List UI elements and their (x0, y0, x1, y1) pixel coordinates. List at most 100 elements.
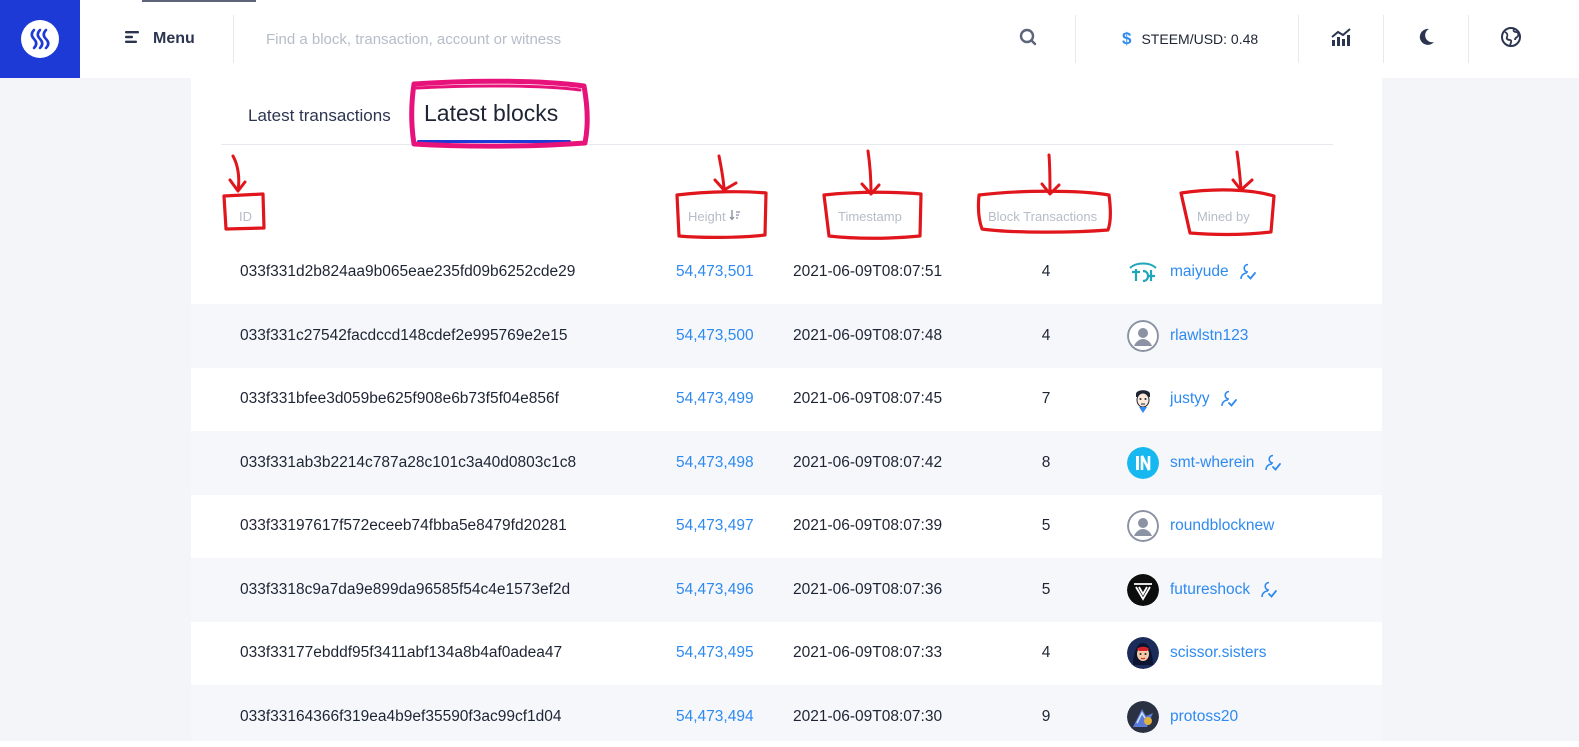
column-header-height[interactable]: Height (688, 209, 741, 224)
column-header-mined-by: Mined by (1197, 209, 1250, 224)
block-transaction-count: 4 (1041, 644, 1051, 661)
block-height-link[interactable]: 54,473,498 (676, 431, 754, 495)
miner-name: maiyude (1170, 263, 1229, 280)
block-id[interactable]: 033f331c27542facdccd148cdef2e995769e2e15 (240, 304, 568, 368)
table-row: 033f33177ebddf95f3411abf134a8b4af0adea47… (191, 621, 1382, 685)
block-timestamp: 2021-06-09T08:07:48 (793, 326, 943, 344)
miner-name: justyy (1170, 390, 1210, 407)
search-icon[interactable] (1019, 28, 1037, 51)
miner-link[interactable]: rlawlstn123 (1170, 304, 1248, 368)
table-row: 033f33197617f572eceeb74fbba5e8479fd20281… (191, 494, 1382, 558)
menu-label: Menu (153, 30, 195, 47)
steem-logo[interactable] (0, 0, 80, 78)
block-height-link[interactable]: 54,473,499 (676, 367, 754, 431)
miner-avatar[interactable] (1127, 637, 1159, 669)
miner-name: scissor.sisters (1170, 644, 1267, 661)
menu-icon (125, 30, 141, 49)
menu-button[interactable]: Menu (125, 15, 235, 63)
globe-icon (1500, 26, 1522, 53)
block-id[interactable]: 033f331ab3b2214c787a28c101c3a40d0803c1c8 (240, 431, 576, 495)
tab-latest-blocks[interactable]: Latest blocks (424, 100, 558, 127)
block-transaction-count: 7 (1041, 390, 1051, 407)
tab-bar: Latest transactions Latest blocks (191, 78, 1382, 145)
search-bar (234, 15, 1075, 63)
miner-link[interactable]: maiyude (1170, 240, 1257, 304)
miner-name: protoss20 (1170, 707, 1239, 725)
tab-indicator-line (142, 0, 256, 2)
table-row: 033f331c27542facdccd148cdef2e995769e2e15… (191, 303, 1382, 368)
theme-toggle-button[interactable] (1384, 15, 1468, 63)
moon-icon (1416, 27, 1436, 52)
block-timestamp: 2021-06-09T08:07:51 (793, 263, 943, 280)
verified-witness-icon (1260, 581, 1278, 599)
block-timestamp: 2021-06-09T08:07:30 (793, 707, 943, 725)
miner-name: futureshock (1170, 580, 1251, 598)
block-transaction-count: 4 (1041, 326, 1051, 344)
block-transaction-count: 8 (1041, 453, 1051, 471)
steem-logo-icon (21, 20, 59, 58)
tabs-divider (221, 144, 1333, 145)
miner-link[interactable]: smt-wherein (1170, 431, 1282, 495)
block-transaction-count: 4 (1041, 263, 1051, 280)
block-timestamp: 2021-06-09T08:07:45 (793, 390, 943, 407)
block-id[interactable]: 033f331d2b824aa9b065eae235fd09b6252cde29 (240, 240, 575, 304)
block-height-link[interactable]: 54,473,496 (676, 558, 754, 622)
block-height-link[interactable]: 54,473,497 (676, 494, 754, 558)
column-header-height-label: Height (688, 209, 726, 224)
block-transaction-count: 9 (1041, 707, 1051, 725)
block-timestamp: 2021-06-09T08:07:33 (793, 644, 943, 661)
block-height-link[interactable]: 54,473,500 (676, 304, 754, 368)
block-id[interactable]: 033f33177ebddf95f3411abf134a8b4af0adea47 (240, 621, 562, 685)
miner-avatar[interactable] (1127, 383, 1159, 415)
table-row: 033f33164366f319ea4b9ef35590f3ac99cf1d04… (191, 684, 1382, 747)
column-header-id: ID (239, 209, 252, 224)
block-id[interactable]: 033f3318c9a7da9e899da96585f54c4e1573ef2d (240, 558, 570, 622)
miner-avatar[interactable] (1127, 700, 1159, 733)
block-id[interactable]: 033f33164366f319ea4b9ef35590f3ac99cf1d04 (240, 685, 562, 747)
miner-link[interactable]: protoss20 (1170, 685, 1238, 747)
price-ticker: $ STEEM/USD: 0.48 (1076, 15, 1298, 63)
language-button[interactable] (1469, 15, 1553, 63)
column-header-block-transactions: Block Transactions (988, 209, 1098, 224)
miner-link[interactable]: futureshock (1170, 558, 1278, 622)
verified-witness-icon (1239, 263, 1257, 281)
verified-witness-icon (1264, 454, 1282, 472)
miner-avatar[interactable] (1127, 256, 1159, 288)
price-label: STEEM/USD: 0.48 (1141, 31, 1259, 47)
miner-name: roundblocknew (1170, 517, 1275, 534)
table-row: 033f331d2b824aa9b065eae235fd09b6252cde29… (191, 240, 1382, 304)
block-timestamp: 2021-06-09T08:07:39 (793, 517, 943, 534)
block-id[interactable]: 033f331bfee3d059be625f908e6b73f5f04e856f (240, 367, 559, 431)
top-header: Menu $ STEEM/USD: 0.48 (0, 0, 1579, 78)
verified-witness-icon (1220, 390, 1238, 408)
search-input[interactable] (266, 30, 1019, 48)
bottom-strip (0, 741, 1579, 747)
miner-link[interactable]: roundblocknew (1170, 494, 1274, 558)
table-row: 033f331ab3b2214c787a28c101c3a40d0803c1c8… (191, 430, 1382, 495)
block-height-link[interactable]: 54,473,495 (676, 621, 754, 685)
column-header-timestamp: Timestamp (838, 209, 902, 224)
tab-latest-transactions[interactable]: Latest transactions (248, 106, 391, 126)
blocks-card: Latest transactions Latest blocks ID Hei… (191, 78, 1382, 747)
sort-icon (729, 209, 741, 224)
active-tab-underline (417, 140, 571, 143)
block-timestamp: 2021-06-09T08:07:42 (793, 453, 943, 471)
block-height-link[interactable]: 54,473,501 (676, 240, 754, 304)
miner-avatar[interactable] (1127, 573, 1159, 606)
dollar-icon: $ (1122, 29, 1132, 48)
miner-avatar[interactable] (1127, 446, 1159, 479)
miner-avatar[interactable] (1127, 510, 1159, 542)
miner-name: rlawlstn123 (1170, 326, 1249, 344)
block-transaction-count: 5 (1041, 517, 1051, 534)
chart-button[interactable] (1299, 15, 1383, 63)
block-id[interactable]: 033f33197617f572eceeb74fbba5e8479fd20281 (240, 494, 567, 558)
miner-avatar[interactable] (1127, 319, 1159, 352)
miner-link[interactable]: justyy (1170, 367, 1238, 431)
chart-icon (1331, 27, 1351, 51)
miner-link[interactable]: scissor.sisters (1170, 621, 1266, 685)
block-height-link[interactable]: 54,473,494 (676, 685, 754, 747)
miner-name: smt-wherein (1170, 453, 1255, 471)
block-transaction-count: 5 (1041, 580, 1051, 598)
block-timestamp: 2021-06-09T08:07:36 (793, 580, 943, 598)
table-row: 033f331bfee3d059be625f908e6b73f5f04e856f… (191, 367, 1382, 431)
